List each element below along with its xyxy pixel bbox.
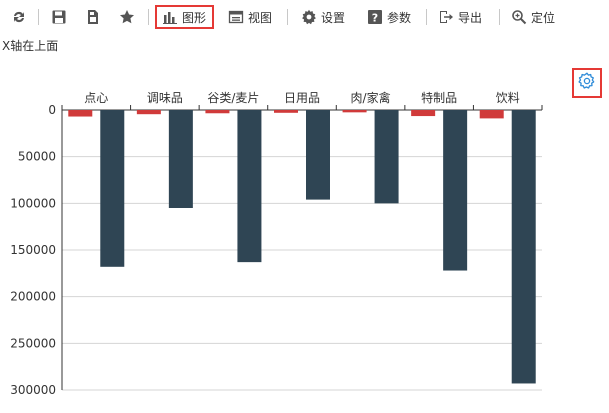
bar-series-a xyxy=(68,110,93,117)
x-tick-label: 饮料 xyxy=(496,91,520,105)
x-tick-label: 调味品 xyxy=(147,91,183,105)
view-icon xyxy=(227,8,245,26)
save-as-button[interactable] xyxy=(84,5,102,29)
bar-chart-icon xyxy=(161,8,179,26)
bar-series-a xyxy=(479,110,504,119)
question-icon: ? xyxy=(366,8,384,26)
params-label: 参数 xyxy=(387,10,412,25)
gear-icon xyxy=(577,71,597,95)
settings-button[interactable]: 设置 xyxy=(300,5,345,29)
save-as-icon xyxy=(84,8,102,26)
favorite-button[interactable] xyxy=(118,5,136,29)
view-label: 视图 xyxy=(248,10,273,25)
gear-icon xyxy=(300,8,318,26)
bar-series-a xyxy=(342,110,367,113)
chart-view-label: 图形 xyxy=(182,10,207,25)
bar-series-b xyxy=(100,110,125,267)
save-icon xyxy=(50,8,68,26)
refresh-icon xyxy=(10,8,28,26)
chart-settings-button[interactable] xyxy=(572,68,602,98)
x-tick-label: 谷类/麦片 xyxy=(207,91,259,105)
star-icon xyxy=(118,8,136,26)
zoom-search-icon xyxy=(510,8,528,26)
bar-chart: 0 50000 100000 150000 200000 250000 300000 点心 调味… xyxy=(10,90,543,397)
svg-text:?: ? xyxy=(372,11,378,24)
bar-series-b xyxy=(168,110,193,208)
settings-label: 设置 xyxy=(321,10,346,25)
bar-series-a xyxy=(274,110,298,113)
bar-series-b xyxy=(306,110,330,200)
chart-view-button[interactable]: 图形 xyxy=(155,5,214,29)
export-label: 导出 xyxy=(458,10,483,25)
bar-series-a xyxy=(136,110,161,115)
y-tick-label: 100000 xyxy=(10,196,56,210)
export-icon xyxy=(437,8,455,26)
save-button[interactable] xyxy=(50,5,68,29)
y-tick-label: 250000 xyxy=(10,336,56,350)
toolbar: 图形 视图 设置 ? 参数 导出 定位 xyxy=(0,0,609,34)
x-tick-label: 点心 xyxy=(84,91,108,105)
x-tick-label: 日用品 xyxy=(284,91,320,105)
bar-series-b xyxy=(374,110,399,204)
view-button[interactable]: 视图 xyxy=(227,5,272,29)
refresh-button[interactable] xyxy=(10,5,28,29)
x-tick-label: 特制品 xyxy=(421,90,457,105)
y-tick-label: 300000 xyxy=(10,383,56,397)
bar-series-b xyxy=(511,110,536,384)
locate-button[interactable]: 定位 xyxy=(510,5,555,29)
params-button[interactable]: ? 参数 xyxy=(366,5,411,29)
y-tick-label: 50000 xyxy=(18,150,56,164)
bar-series-b xyxy=(443,110,468,271)
x-tick-label: 肉/家禽 xyxy=(351,90,391,105)
y-tick-label: 150000 xyxy=(10,243,56,257)
locate-label: 定位 xyxy=(531,10,556,25)
y-tick-label: 0 xyxy=(48,103,56,117)
bar-series-a xyxy=(205,110,230,114)
y-tick-label: 200000 xyxy=(10,290,56,304)
export-button[interactable]: 导出 xyxy=(437,5,482,29)
chart-subtitle: X轴在上面 xyxy=(2,39,59,53)
bar-series-b xyxy=(237,110,262,263)
bar-series-a xyxy=(411,110,436,117)
